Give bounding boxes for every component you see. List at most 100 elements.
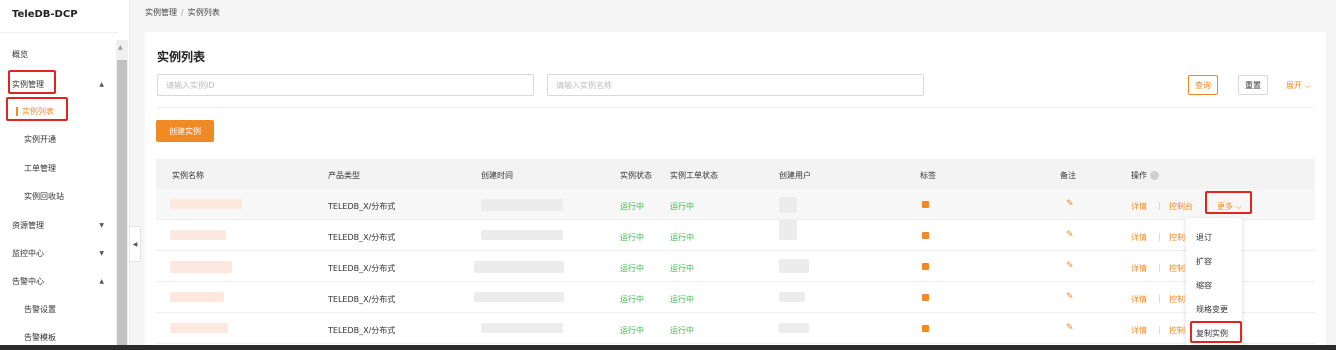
order-status-badge: 运行中 bbox=[670, 202, 694, 211]
tag-icon[interactable] bbox=[922, 263, 929, 270]
search-instance-id-input[interactable]: 请输入实例ID bbox=[157, 74, 534, 96]
reset-button[interactable]: 重置 bbox=[1238, 75, 1268, 95]
expand-filters-link[interactable]: 展开 ⌵ bbox=[1286, 80, 1311, 91]
status-badge: 运行中 bbox=[620, 202, 644, 211]
console-link[interactable]: 控制 bbox=[1169, 232, 1185, 243]
filter-divider bbox=[157, 107, 1314, 108]
menu-item-scale-out[interactable]: 扩容 bbox=[1196, 256, 1212, 267]
sidebar-item-work-orders[interactable]: 工单管理 bbox=[0, 158, 116, 178]
order-status-badge: 运行中 bbox=[670, 233, 694, 242]
sidebar-item-alarm-settings[interactable]: 告警设置 bbox=[0, 299, 116, 319]
main-panel: 实例列表 请输入实例ID 请输入实例名称 查询 重置 展开 ⌵ 创建实例 实例名… bbox=[145, 32, 1326, 350]
column-header-creator: 创建用户 bbox=[779, 171, 811, 180]
column-header-created-time: 创建时间 bbox=[481, 171, 513, 180]
scroll-up-icon[interactable]: ▲ bbox=[118, 44, 123, 51]
sidebar-item-label: 告警设置 bbox=[24, 304, 56, 314]
sidebar-item-alarm-templates[interactable]: 告警模板 bbox=[0, 327, 116, 347]
page-title: 实例列表 bbox=[157, 50, 206, 64]
sidebar-item-label: 实例开通 bbox=[24, 134, 56, 144]
redacted-instance-name bbox=[170, 230, 226, 240]
redacted-creator bbox=[779, 292, 805, 302]
tag-icon[interactable] bbox=[922, 201, 929, 208]
redacted-creator bbox=[779, 220, 797, 240]
table-header: 实例名称 产品类型 创建时间 实例状态 实例工单状态 创建用户 标签 备注 操作 bbox=[156, 159, 1315, 189]
redacted-instance-name bbox=[170, 261, 232, 273]
column-header-tags: 标签 bbox=[920, 171, 936, 180]
menu-item-spec-change[interactable]: 规格变更 bbox=[1196, 304, 1228, 315]
order-status-badge: 运行中 bbox=[670, 326, 694, 335]
status-badge: 运行中 bbox=[620, 264, 644, 273]
edit-icon[interactable]: ✎ bbox=[1066, 323, 1074, 333]
detail-link[interactable]: 详情 bbox=[1131, 294, 1147, 305]
info-icon[interactable] bbox=[1150, 171, 1159, 180]
sidebar-collapse-button[interactable]: ◀ bbox=[130, 226, 141, 262]
sidebar-item-label: 告警模板 bbox=[24, 332, 56, 342]
sidebar-item-label: 实例回收站 bbox=[24, 191, 64, 201]
sidebar-item-instance-open[interactable]: 实例开通 bbox=[0, 129, 116, 149]
table-row[interactable]: TELEDB_X/分布式 运行中 运行中 ✎ 详情 | 控制 bbox=[156, 313, 1315, 344]
menu-item-unsubscribe[interactable]: 退订 bbox=[1196, 232, 1212, 243]
column-header-actions: 操作 bbox=[1131, 170, 1159, 181]
order-status-badge: 运行中 bbox=[670, 295, 694, 304]
detail-link[interactable]: 详情 bbox=[1131, 263, 1147, 274]
detail-link[interactable]: 详情 bbox=[1131, 325, 1147, 336]
sidebar-item-resource-management[interactable]: 资源管理 ▼ bbox=[0, 215, 116, 235]
sidebar-scrollbar-thumb[interactable] bbox=[117, 60, 127, 350]
chevron-down-icon: ⌵ bbox=[1302, 81, 1311, 90]
sidebar-item-overview[interactable]: 概览 bbox=[0, 44, 116, 64]
redacted-instance-name bbox=[170, 323, 228, 333]
sidebar-item-monitoring[interactable]: 监控中心 ▼ bbox=[0, 243, 116, 263]
console-link[interactable]: 控制 bbox=[1169, 294, 1185, 305]
search-instance-name-input[interactable]: 请输入实例名称 bbox=[547, 74, 924, 96]
table-row[interactable]: TELEDB_X/分布式 运行中 运行中 ✎ 详情 | 控制 bbox=[156, 251, 1315, 282]
highlight-box-instance-management bbox=[8, 70, 56, 94]
table-row[interactable]: TELEDB_X/分布式 运行中 运行中 ✎ 详情 | 控制台 更多 ⌵ bbox=[156, 189, 1315, 220]
table-row[interactable]: TELEDB_X/分布式 运行中 运行中 ✎ 详情 | 控制 bbox=[156, 282, 1315, 313]
edit-icon[interactable]: ✎ bbox=[1066, 261, 1074, 271]
console-link[interactable]: 控制 bbox=[1169, 325, 1185, 336]
sidebar-item-label: 资源管理 bbox=[12, 220, 44, 230]
product-type-cell: TELEDB_X/分布式 bbox=[328, 233, 396, 242]
table-row[interactable]: TELEDB_X/分布式 运行中 运行中 ✎ 详情 | 控制 bbox=[156, 220, 1315, 251]
tag-icon[interactable] bbox=[922, 232, 929, 239]
tag-icon[interactable] bbox=[922, 325, 929, 332]
create-instance-button[interactable]: 创建实例 bbox=[156, 120, 214, 142]
chevron-up-icon: ▲ bbox=[99, 277, 104, 285]
product-type-cell: TELEDB_X/分布式 bbox=[328, 326, 396, 335]
detail-link[interactable]: 详情 bbox=[1131, 201, 1147, 212]
input-placeholder: 请输入实例名称 bbox=[556, 80, 612, 90]
breadcrumb-current: 实例列表 bbox=[187, 8, 220, 17]
op-separator: | bbox=[1158, 294, 1161, 303]
console-link[interactable]: 控制台 bbox=[1169, 201, 1193, 212]
app-logo: TeleDB-DCP bbox=[12, 9, 78, 20]
redacted-created-time bbox=[481, 230, 563, 240]
edit-icon[interactable]: ✎ bbox=[1066, 292, 1074, 302]
bottom-edge bbox=[0, 345, 1336, 350]
console-link[interactable]: 控制 bbox=[1169, 263, 1185, 274]
expand-label: 展开 bbox=[1286, 81, 1302, 90]
breadcrumb-separator: / bbox=[181, 8, 184, 17]
breadcrumb-parent[interactable]: 实例管理 bbox=[145, 8, 177, 17]
redacted-creator bbox=[779, 323, 809, 333]
sidebar-item-recycle-bin[interactable]: 实例回收站 bbox=[0, 186, 116, 206]
tag-icon[interactable] bbox=[922, 294, 929, 301]
chevron-down-icon: ▼ bbox=[99, 221, 104, 229]
menu-item-scale-in[interactable]: 缩容 bbox=[1196, 280, 1212, 291]
query-button[interactable]: 查询 bbox=[1188, 75, 1218, 95]
sidebar: TeleDB-DCP 概览 实例管理 ▲ 实例列表 实例开通 工单管理 实例回收站… bbox=[0, 0, 130, 350]
highlight-box-instance-list bbox=[6, 97, 68, 121]
detail-link[interactable]: 详情 bbox=[1131, 232, 1147, 243]
redacted-creator bbox=[779, 197, 797, 213]
sidebar-item-alarm-center[interactable]: 告警中心 ▲ bbox=[0, 271, 116, 291]
edit-icon[interactable]: ✎ bbox=[1066, 199, 1074, 209]
op-separator: | bbox=[1158, 201, 1161, 210]
redacted-instance-name bbox=[170, 199, 242, 209]
op-separator: | bbox=[1158, 232, 1161, 241]
redacted-instance-name bbox=[170, 292, 224, 302]
redacted-created-time bbox=[474, 261, 564, 273]
redacted-created-time bbox=[481, 323, 563, 333]
highlight-box-more bbox=[1205, 191, 1252, 214]
edit-icon[interactable]: ✎ bbox=[1066, 230, 1074, 240]
column-header-product-type: 产品类型 bbox=[328, 171, 360, 180]
column-header-order-status: 实例工单状态 bbox=[670, 171, 718, 180]
